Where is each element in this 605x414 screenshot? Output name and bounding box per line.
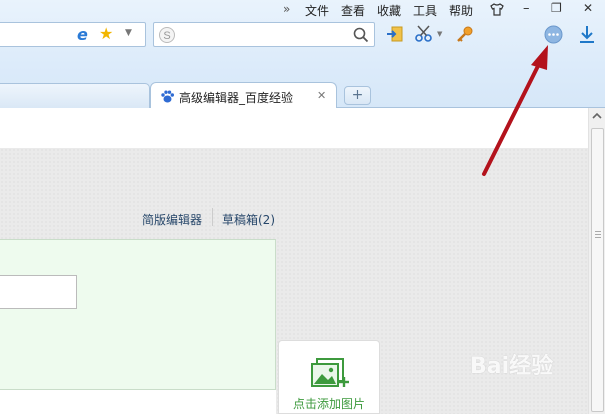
- new-tab-button[interactable]: +: [344, 86, 371, 105]
- scissors-screenshot-icon[interactable]: [415, 25, 433, 43]
- vertical-scrollbar[interactable]: [588, 108, 605, 414]
- dropdown-arrow-icon[interactable]: ▼: [125, 28, 132, 38]
- tab-title: 高级编辑器_百度经验: [179, 91, 294, 105]
- menu-overflow-chevron[interactable]: »: [283, 2, 290, 16]
- menu-bar: » 文件 查看 收藏 工具 帮助 – ❐ ✕: [0, 0, 605, 20]
- key-icon[interactable]: [456, 25, 474, 43]
- tab-bar: 高级编辑器_百度经验 ✕ +: [0, 82, 605, 109]
- favorite-star-icon[interactable]: ★: [99, 24, 113, 43]
- menu-file[interactable]: 文件: [305, 2, 329, 19]
- page-header-strip: [0, 108, 588, 148]
- editor-panel-footer: [0, 389, 276, 414]
- login-icon[interactable]: [386, 25, 404, 43]
- title-input[interactable]: [0, 275, 77, 309]
- scroll-up-icon[interactable]: [591, 110, 603, 122]
- restore-button[interactable]: ❐: [551, 1, 562, 15]
- tab-inactive[interactable]: [0, 83, 150, 108]
- close-window-button[interactable]: ✕: [583, 1, 593, 15]
- link-divider: [212, 208, 213, 226]
- menu-tools[interactable]: 工具: [413, 2, 437, 19]
- menu-view[interactable]: 查看: [341, 2, 365, 19]
- ie-engine-icon[interactable]: e: [77, 25, 88, 44]
- tab-active[interactable]: 高级编辑器_百度经验 ✕: [150, 82, 337, 109]
- search-icon[interactable]: [353, 27, 369, 43]
- menu-help[interactable]: 帮助: [449, 2, 473, 19]
- simple-editor-link[interactable]: 简版编辑器: [142, 211, 202, 228]
- browser-chrome: » 文件 查看 收藏 工具 帮助 – ❐ ✕ e ★ ▼ S ▼ 高级编辑器_百…: [0, 0, 605, 109]
- more-options-icon[interactable]: [544, 25, 563, 44]
- search-engine-icon[interactable]: S: [158, 26, 176, 44]
- svg-text:S: S: [163, 30, 170, 42]
- baidu-watermark: Bai经验: [470, 354, 554, 379]
- shirt-icon[interactable]: [490, 3, 504, 16]
- tab-close-icon[interactable]: ✕: [317, 89, 326, 102]
- add-image-label: 点击添加图片: [292, 397, 365, 411]
- add-image-button[interactable]: 点击添加图片: [278, 340, 380, 414]
- add-image-icon: [311, 358, 349, 387]
- baidu-paw-icon: [161, 90, 174, 103]
- drafts-link[interactable]: 草稿箱(2): [222, 211, 275, 228]
- scrollbar-thumb[interactable]: [591, 128, 604, 412]
- minimize-button[interactable]: –: [523, 1, 530, 16]
- address-bar[interactable]: e ★ ▼: [0, 22, 146, 47]
- menu-favorites[interactable]: 收藏: [377, 2, 401, 19]
- search-box[interactable]: S: [153, 22, 375, 47]
- scissors-dropdown-icon[interactable]: ▼: [437, 30, 442, 38]
- download-icon[interactable]: [578, 25, 596, 44]
- editor-panel: [0, 239, 276, 414]
